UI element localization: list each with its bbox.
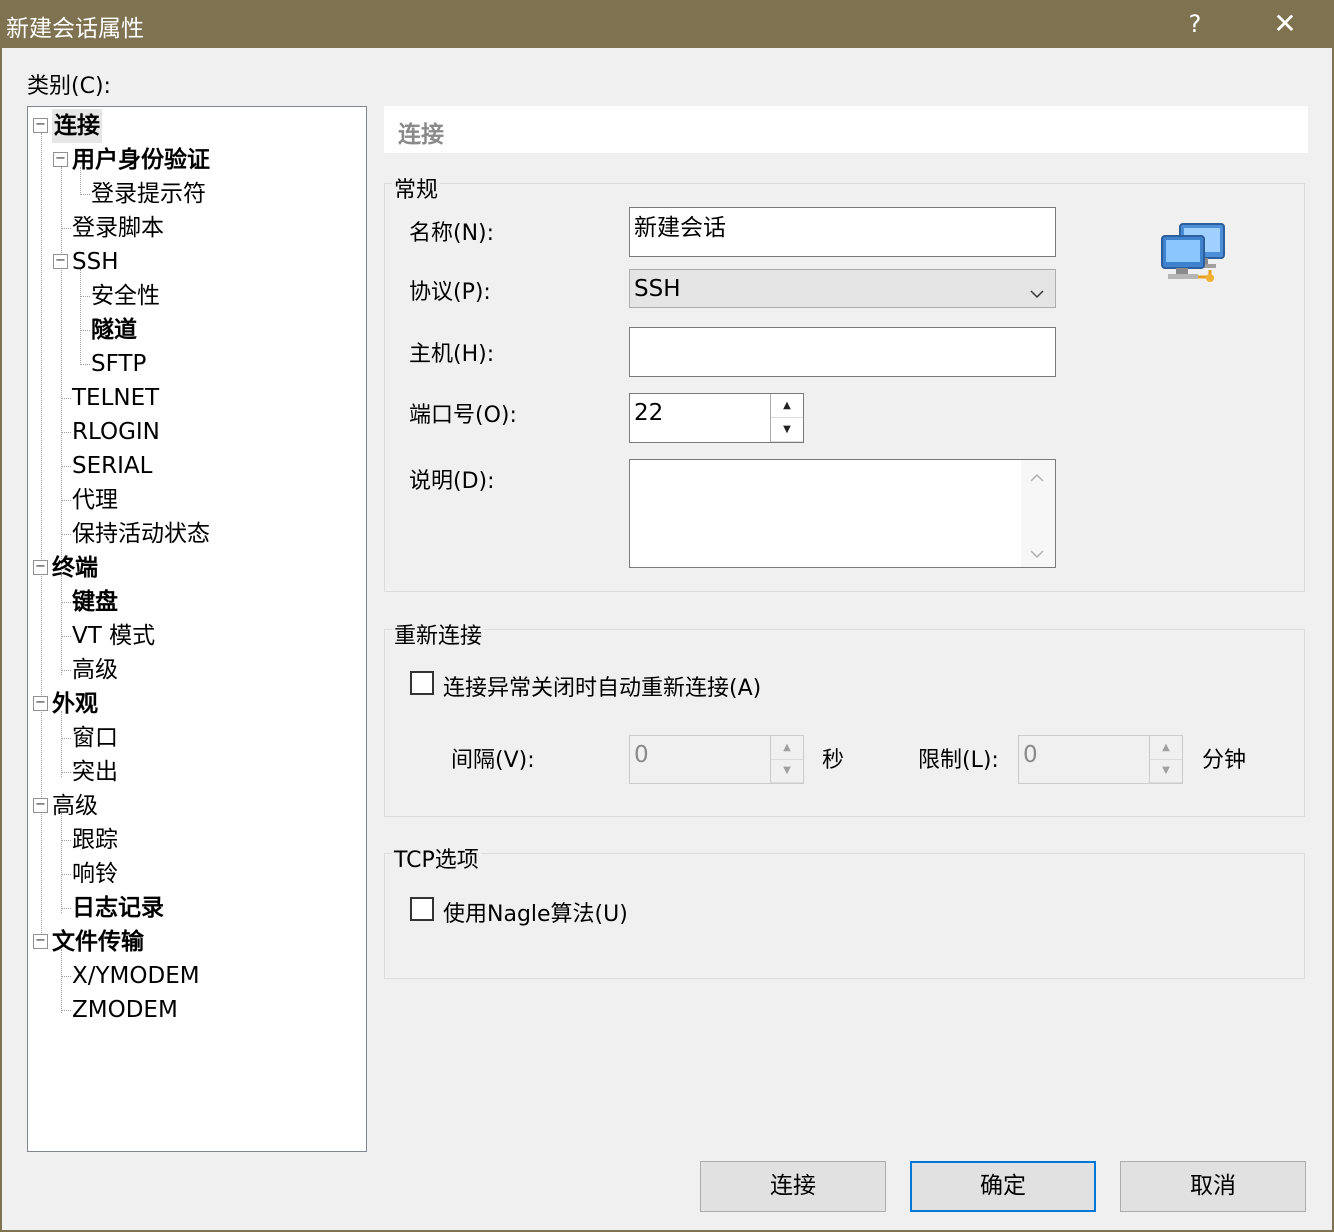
tree-item-login-prompts[interactable]: 登录提示符 — [91, 177, 206, 211]
tree-item-window[interactable]: 窗口 — [72, 721, 118, 755]
tree-item-highlight[interactable]: 突出 — [72, 755, 118, 789]
tree-item-trace[interactable]: 跟踪 — [72, 823, 118, 857]
tree-item-rlogin[interactable]: RLOGIN — [72, 415, 160, 449]
tree-item-xymodem[interactable]: X/YMODEM — [72, 959, 200, 993]
title-bar: 新建会话属性 ? ✕ — [0, 0, 1334, 48]
connect-button[interactable]: 连接 — [700, 1161, 886, 1212]
description-scrollbar[interactable] — [1021, 460, 1055, 567]
category-label: 类别(C): — [27, 74, 111, 99]
expand-terminal-icon[interactable]: − — [33, 560, 48, 575]
panel-header: 连接 — [384, 106, 1308, 153]
expand-filetransfer-icon[interactable]: − — [33, 934, 48, 949]
host-label: 主机(H): — [409, 342, 495, 367]
expand-advanced-icon[interactable]: − — [33, 798, 48, 813]
limit-spinner[interactable]: ▲ ▼ — [1149, 736, 1182, 783]
protocol-label: 协议(P): — [409, 280, 491, 305]
tree-item-serial[interactable]: SERIAL — [72, 449, 152, 483]
cancel-button[interactable]: 取消 — [1120, 1161, 1306, 1212]
category-tree[interactable]: − − − − − − − 连接 用户身份验证 登录提示符 登录脚本 SSH 安… — [27, 106, 367, 1152]
tree-item-file-transfer[interactable]: 文件传输 — [52, 925, 144, 959]
tree-item-advanced[interactable]: 高级 — [52, 789, 98, 823]
port-label: 端口号(O): — [409, 403, 517, 428]
tree-item-appearance[interactable]: 外观 — [52, 687, 98, 721]
reconnect-group — [384, 629, 1305, 817]
tree-item-bell[interactable]: 响铃 — [72, 857, 118, 891]
port-input-value: 22 — [634, 400, 664, 426]
chevron-down-icon — [1029, 278, 1045, 316]
tree-item-keyboard[interactable]: 键盘 — [72, 585, 118, 619]
port-spinner[interactable]: ▲ ▼ — [770, 394, 803, 442]
limit-input-value: 0 — [1023, 742, 1038, 768]
limit-spin-down-icon[interactable]: ▼ — [1150, 759, 1182, 783]
description-input[interactable] — [629, 459, 1056, 568]
interval-input-value: 0 — [634, 742, 649, 768]
tree-item-tunneling[interactable]: 隧道 — [91, 313, 137, 347]
protocol-select[interactable]: SSH — [629, 269, 1056, 308]
host-input[interactable] — [629, 327, 1056, 377]
nagle-checkbox[interactable] — [410, 897, 434, 921]
expand-connection-icon[interactable]: − — [33, 118, 48, 133]
interval-label: 间隔(V): — [451, 748, 535, 773]
limit-unit: 分钟 — [1202, 748, 1247, 773]
panel-header-title: 连接 — [398, 122, 444, 148]
ok-button[interactable]: 确定 — [910, 1161, 1096, 1212]
tree-item-login-script[interactable]: 登录脚本 — [72, 211, 164, 245]
interval-spin-up-icon[interactable]: ▲ — [771, 736, 803, 760]
protocol-select-value: SSH — [634, 276, 681, 302]
auto-reconnect-checkbox[interactable] — [410, 671, 434, 695]
tree-item-ssh[interactable]: SSH — [72, 245, 119, 279]
nagle-label: 使用Nagle算法(U) — [443, 902, 628, 927]
auto-reconnect-label: 连接异常关闭时自动重新连接(A) — [443, 676, 762, 701]
limit-label: 限制(L): — [918, 748, 999, 773]
tree-item-user-auth[interactable]: 用户身份验证 — [72, 143, 210, 177]
port-spin-down-icon[interactable]: ▼ — [771, 418, 803, 442]
tree-item-logging[interactable]: 日志记录 — [72, 891, 164, 925]
tree-item-sftp[interactable]: SFTP — [91, 347, 146, 381]
tcp-group-title: TCP选项 — [392, 842, 481, 874]
tree-item-security[interactable]: 安全性 — [91, 279, 160, 313]
port-spin-up-icon[interactable]: ▲ — [771, 394, 803, 418]
tree-item-terminal-advanced[interactable]: 高级 — [72, 653, 118, 687]
scroll-up-icon[interactable] — [1030, 472, 1044, 487]
help-button[interactable]: ? — [1180, 6, 1210, 42]
tree-item-proxy[interactable]: 代理 — [72, 483, 118, 517]
close-button[interactable]: ✕ — [1265, 6, 1305, 42]
network-computers-icon — [1160, 222, 1228, 286]
expand-appearance-icon[interactable]: − — [33, 696, 48, 711]
tree-item-telnet[interactable]: TELNET — [72, 381, 159, 415]
window-title: 新建会话属性 — [6, 16, 144, 42]
tree-item-vt-mode[interactable]: VT 模式 — [72, 619, 155, 653]
description-label: 说明(D): — [409, 469, 495, 494]
name-label: 名称(N): — [409, 221, 495, 246]
tree-item-connection[interactable]: 连接 — [52, 109, 102, 143]
expand-ssh-icon[interactable]: − — [53, 254, 68, 269]
limit-spin-up-icon[interactable]: ▲ — [1150, 736, 1182, 760]
scroll-down-icon[interactable] — [1030, 544, 1044, 563]
interval-spinner[interactable]: ▲ ▼ — [770, 736, 803, 783]
tree-item-keepalive[interactable]: 保持活动状态 — [72, 517, 210, 551]
reconnect-group-title: 重新连接 — [392, 618, 485, 650]
interval-unit: 秒 — [822, 748, 845, 773]
general-group-title: 常规 — [392, 172, 441, 204]
tree-item-terminal[interactable]: 终端 — [52, 551, 98, 585]
name-input[interactable]: 新建会话 — [629, 207, 1056, 257]
expand-auth-icon[interactable]: − — [53, 152, 68, 167]
interval-spin-down-icon[interactable]: ▼ — [771, 759, 803, 783]
tree-item-zmodem[interactable]: ZMODEM — [72, 993, 178, 1027]
